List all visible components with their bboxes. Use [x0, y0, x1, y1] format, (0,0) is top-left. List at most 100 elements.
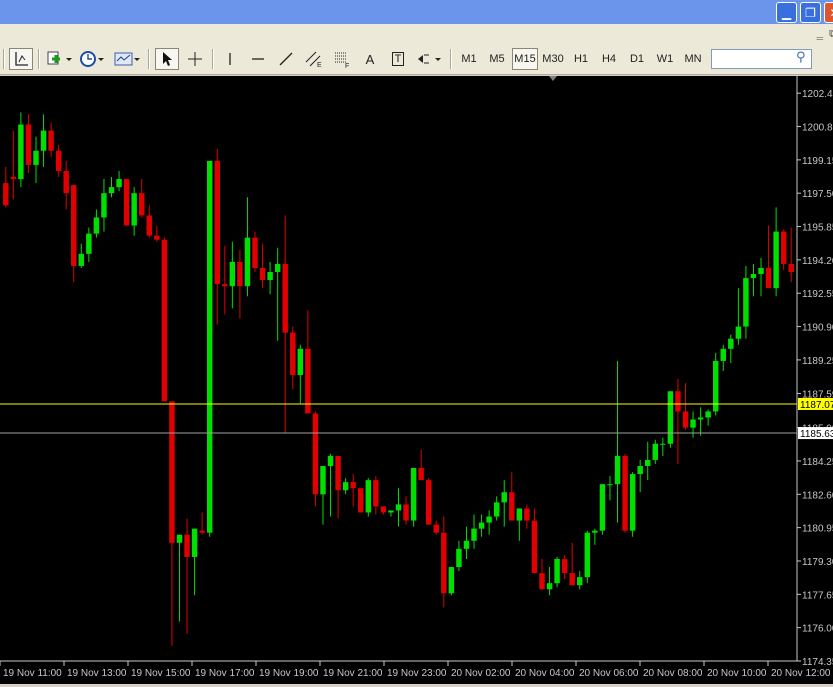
candle-body [463, 540, 470, 549]
time-tick-label: 19 Nov 15:00 [131, 668, 191, 679]
candle-body [486, 516, 492, 523]
separator [148, 49, 150, 69]
candle-body [123, 179, 130, 226]
minimize-button[interactable]: ▁ [776, 2, 797, 23]
timeframe-m1-button[interactable]: M1 [456, 48, 482, 70]
time-tick-label: 20 Nov 10:00 [707, 668, 767, 679]
current-price-label: 1187.07 [800, 400, 833, 411]
candle-body [71, 185, 77, 266]
timeframe-w1-button[interactable]: W1 [652, 48, 678, 70]
candle-body [10, 177, 17, 180]
time-tick-label: 19 Nov 11:00 [3, 668, 62, 679]
candle-body [146, 215, 152, 236]
mdi-bar: ‗ ⧉ [0, 24, 833, 44]
candle-body [584, 532, 591, 578]
time-tick-label: 19 Nov 21:00 [323, 668, 383, 679]
history-button[interactable] [78, 48, 106, 70]
candle-body [780, 231, 787, 264]
candle-body [297, 348, 304, 376]
vertical-line-button[interactable] [218, 48, 242, 70]
candle-body [237, 261, 243, 287]
crosshair-zoom-button[interactable] [9, 48, 33, 70]
time-tick-label: 20 Nov 08:00 [643, 668, 703, 679]
candle-body [614, 455, 621, 485]
candle-body [773, 231, 779, 289]
time-tick-label: 20 Nov 12:00 [771, 668, 831, 679]
candle-body [312, 413, 319, 495]
chart-shift-marker[interactable] [549, 76, 557, 81]
price-tick-label: 1189.25 [802, 356, 833, 367]
time-tick-label: 19 Nov 17:00 [195, 668, 255, 679]
trendline-button[interactable] [274, 48, 298, 70]
axis-icon [15, 52, 28, 66]
candle-body [252, 237, 258, 268]
candle-body [418, 468, 424, 481]
text-tool-button[interactable]: A [358, 48, 382, 70]
new-order-button[interactable] [44, 48, 74, 70]
separator [450, 49, 452, 69]
candle-body [554, 558, 560, 584]
candle-body [18, 124, 24, 180]
price-tick-label: 1190.90 [802, 323, 833, 334]
arrows-button[interactable] [414, 48, 444, 70]
price-tick-label: 1194.20 [802, 256, 833, 267]
candle-body [33, 150, 39, 165]
cursor-button[interactable] [155, 48, 179, 70]
price-tick-label: 1180.95 [802, 524, 833, 535]
candle-body [290, 332, 296, 376]
price-chart[interactable]: 1202.45 1200.80 1199.15 1197.50 1195.85 1194.… [0, 76, 833, 684]
fibonacci-button[interactable]: F [330, 48, 354, 70]
search-icon[interactable]: ⚲ [796, 50, 806, 65]
mdi-restore-button[interactable]: ⧉ [829, 27, 833, 41]
candle-body [274, 263, 281, 273]
candle-body [380, 506, 387, 513]
candle-body [365, 480, 372, 513]
candle-body [441, 532, 447, 594]
timeframe-mn-button[interactable]: MN [680, 48, 706, 70]
timeframe-h4-button[interactable]: H4 [596, 48, 622, 70]
candle-body [259, 267, 266, 281]
candle-body [735, 326, 742, 339]
crosshair-button[interactable] [183, 48, 207, 70]
candlestick-chart[interactable]: 1202.45 1200.80 1199.15 1197.50 1195.85 1194.… [0, 76, 833, 684]
timeframe-m5-button[interactable]: M5 [484, 48, 510, 70]
candle-body [577, 577, 583, 586]
candle-body [524, 508, 530, 521]
candle-body [539, 573, 545, 590]
templates-button[interactable] [112, 48, 142, 70]
restore-button[interactable]: ❐ [800, 2, 821, 23]
arrows-icon [418, 54, 441, 64]
svg-text:E: E [317, 62, 322, 68]
price-tick-label: 1199.15 [802, 156, 833, 167]
svg-text:F: F [345, 63, 349, 68]
candle-body [48, 130, 54, 151]
mdi-minimize-button[interactable]: ‗ [817, 27, 824, 41]
cursor-icon [163, 52, 172, 66]
label-tool-button[interactable]: T [386, 48, 410, 70]
candle-body [788, 263, 794, 273]
candle-body [154, 235, 160, 240]
window-controls: ▁ ❐ ✕ [776, 2, 833, 23]
candle-body [320, 466, 326, 495]
candle-body [765, 267, 772, 289]
timeframe-h1-button[interactable]: H1 [568, 48, 594, 70]
time-tick-label: 19 Nov 23:00 [387, 668, 447, 679]
candle-body [395, 504, 402, 511]
close-button[interactable]: ✕ [824, 2, 833, 23]
candle-body [206, 160, 213, 533]
timeframe-d1-button[interactable]: D1 [624, 48, 650, 70]
candle-body [282, 263, 288, 333]
horizontal-line-button[interactable] [246, 48, 270, 70]
candle-body [93, 217, 100, 234]
vertical-line-icon [229, 53, 231, 65]
timeframe-m30-button[interactable]: M30 [540, 48, 566, 70]
time-tick-label: 20 Nov 02:00 [451, 668, 511, 679]
timeframe-m15-button[interactable]: M15 [512, 48, 538, 70]
candle-body [690, 419, 696, 428]
chart-toolbar: E F A T M1 M5 M15 M30 H1 H4 D1 W1 MN [0, 44, 833, 75]
candle-body [335, 455, 341, 491]
candle-body [750, 274, 757, 279]
candle-body [637, 466, 643, 475]
candle-body [660, 443, 666, 445]
equidistant-channel-button[interactable]: E [302, 48, 326, 70]
